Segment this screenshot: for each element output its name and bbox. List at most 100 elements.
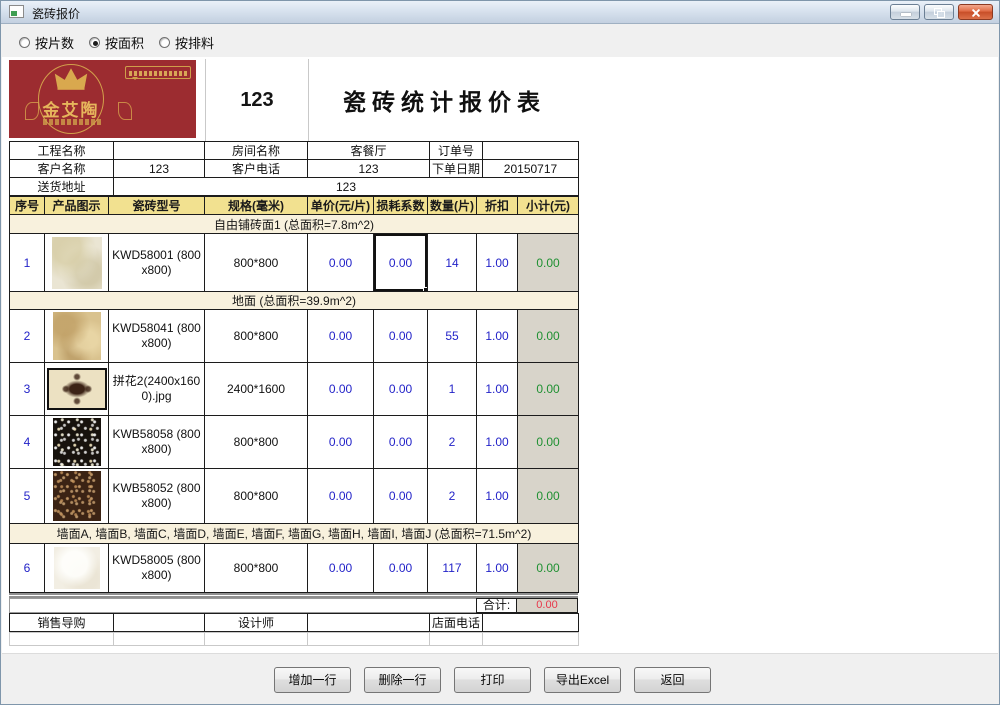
qty-cell[interactable]: 2	[428, 469, 477, 524]
discount-cell[interactable]: 1.00	[477, 234, 518, 292]
mode-toolbar: 按片数按面积 按排料	[1, 25, 999, 57]
staff-info-table: 销售导购设计师店面电话	[9, 613, 579, 632]
qty-cell[interactable]: 1	[428, 363, 477, 416]
loss-cell[interactable]: 0.00	[374, 363, 428, 416]
column-header: 规格(毫米)	[205, 197, 308, 215]
add-row-button[interactable]: 增加一行	[274, 667, 351, 693]
tile-image	[49, 370, 105, 408]
report-code: 123	[205, 59, 308, 141]
action-bar: 增加一行删除一行打印导出Excel 返回	[2, 653, 998, 703]
seq-cell: 4	[10, 416, 45, 469]
discount-cell[interactable]: 1.00	[477, 544, 518, 593]
seq-cell: 3	[10, 363, 45, 416]
price-cell[interactable]: 0.00	[308, 363, 374, 416]
back-button[interactable]: 返回	[634, 667, 711, 693]
model-cell[interactable]: KWD58005 (800x800)	[109, 544, 205, 593]
info-label-cell: 房间名称	[205, 142, 308, 160]
discount-cell[interactable]: 1.00	[477, 310, 518, 363]
info-value-cell[interactable]: 客餐厅	[308, 142, 430, 160]
print-button[interactable]: 打印	[454, 667, 531, 693]
price-cell[interactable]: 0.00	[308, 310, 374, 363]
model-cell[interactable]: KWB58052 (800x800)	[109, 469, 205, 524]
radio-circle-icon	[159, 37, 170, 48]
column-header: 产品图示	[45, 197, 109, 215]
qty-cell[interactable]: 14	[428, 234, 477, 292]
info-value-cell[interactable]: 123	[308, 160, 430, 178]
section-row: 地面 (总面积=39.9m^2)	[10, 292, 579, 310]
window-title: 瓷砖报价	[32, 5, 80, 22]
model-cell[interactable]: KWD58001 (800x800)	[109, 234, 205, 292]
loss-cell[interactable]: 0.00	[374, 469, 428, 524]
tile-image	[53, 471, 101, 521]
quotation-report: 金艾陶 123 瓷砖统计报价表 工程名称房间名称客餐厅订单号客户名称123客户电…	[9, 59, 580, 646]
total-value: 0.00	[517, 598, 578, 613]
info-value-cell[interactable]: 123	[114, 160, 205, 178]
close-button[interactable]	[958, 4, 993, 20]
column-header: 单价(元/片)	[308, 197, 374, 215]
spec-cell[interactable]: 800*800	[205, 544, 308, 593]
image-cell[interactable]	[45, 363, 109, 416]
tile-image	[52, 237, 102, 289]
staff-value-cell[interactable]	[308, 614, 430, 632]
empty-row-table	[9, 632, 579, 646]
tile-image	[54, 547, 100, 589]
discount-cell[interactable]: 1.00	[477, 416, 518, 469]
info-value-cell[interactable]: 20150717	[483, 160, 579, 178]
image-cell[interactable]	[45, 234, 109, 292]
spec-cell[interactable]: 800*800	[205, 310, 308, 363]
model-cell[interactable]: KWB58058 (800x800)	[109, 416, 205, 469]
image-cell[interactable]	[45, 544, 109, 593]
model-cell[interactable]: 拼花2(2400x1600).jpg	[109, 363, 205, 416]
price-cell[interactable]: 0.00	[308, 234, 374, 292]
model-cell[interactable]: KWD58041 (800x800)	[109, 310, 205, 363]
spec-cell[interactable]: 800*800	[205, 469, 308, 524]
subtotal-cell: 0.00	[518, 234, 579, 292]
info-label-cell: 订单号	[430, 142, 483, 160]
info-value-cell[interactable]: 123	[114, 178, 579, 196]
minimize-button[interactable]	[890, 4, 920, 20]
qty-cell[interactable]: 117	[428, 544, 477, 593]
export-excel-button[interactable]: 导出Excel	[544, 667, 621, 693]
spec-cell[interactable]: 800*800	[205, 234, 308, 292]
staff-value-cell[interactable]	[114, 614, 205, 632]
loss-cell[interactable]: 0.00	[374, 234, 428, 292]
subtotal-cell: 0.00	[518, 416, 579, 469]
column-header: 瓷砖型号	[109, 197, 205, 215]
price-cell[interactable]: 0.00	[308, 469, 374, 524]
image-cell[interactable]	[45, 469, 109, 524]
price-cell[interactable]: 0.00	[308, 544, 374, 593]
loss-cell[interactable]: 0.00	[374, 544, 428, 593]
logo-flourish	[25, 102, 39, 120]
info-value-cell[interactable]	[483, 142, 579, 160]
price-cell[interactable]: 0.00	[308, 416, 374, 469]
selection-fill-handle[interactable]	[423, 287, 428, 292]
seq-cell: 5	[10, 469, 45, 524]
discount-cell[interactable]: 1.00	[477, 469, 518, 524]
delete-row-button[interactable]: 删除一行	[364, 667, 441, 693]
spec-cell[interactable]: 800*800	[205, 416, 308, 469]
staff-value-cell[interactable]	[483, 614, 579, 632]
radio-circle-icon	[19, 37, 30, 48]
discount-cell[interactable]: 1.00	[477, 363, 518, 416]
qty-cell[interactable]: 55	[428, 310, 477, 363]
info-label-cell: 客户名称	[10, 160, 114, 178]
logo-speech-bubble	[125, 66, 191, 79]
radio-label: 按排料	[175, 33, 214, 52]
image-cell[interactable]	[45, 416, 109, 469]
restore-button[interactable]	[924, 4, 954, 20]
app-window: 瓷砖报价 按片数按面积按排料 金艾陶	[0, 0, 1000, 705]
info-value-cell[interactable]	[114, 142, 205, 160]
staff-info-body: 销售导购设计师店面电话	[10, 614, 579, 632]
radio-option-3[interactable]: 按排料	[159, 33, 214, 52]
staff-label-cell: 店面电话	[430, 614, 483, 632]
radio-option-2[interactable]: 按面积	[89, 33, 144, 52]
spec-cell[interactable]: 2400*1600	[205, 363, 308, 416]
loss-cell[interactable]: 0.00	[374, 416, 428, 469]
info-label-cell: 工程名称	[10, 142, 114, 160]
qty-cell[interactable]: 2	[428, 416, 477, 469]
app-icon	[9, 5, 24, 18]
image-cell[interactable]	[45, 310, 109, 363]
loss-cell[interactable]: 0.00	[374, 310, 428, 363]
radio-option-1[interactable]: 按片数	[19, 33, 74, 52]
column-header: 数量(片)	[428, 197, 477, 215]
